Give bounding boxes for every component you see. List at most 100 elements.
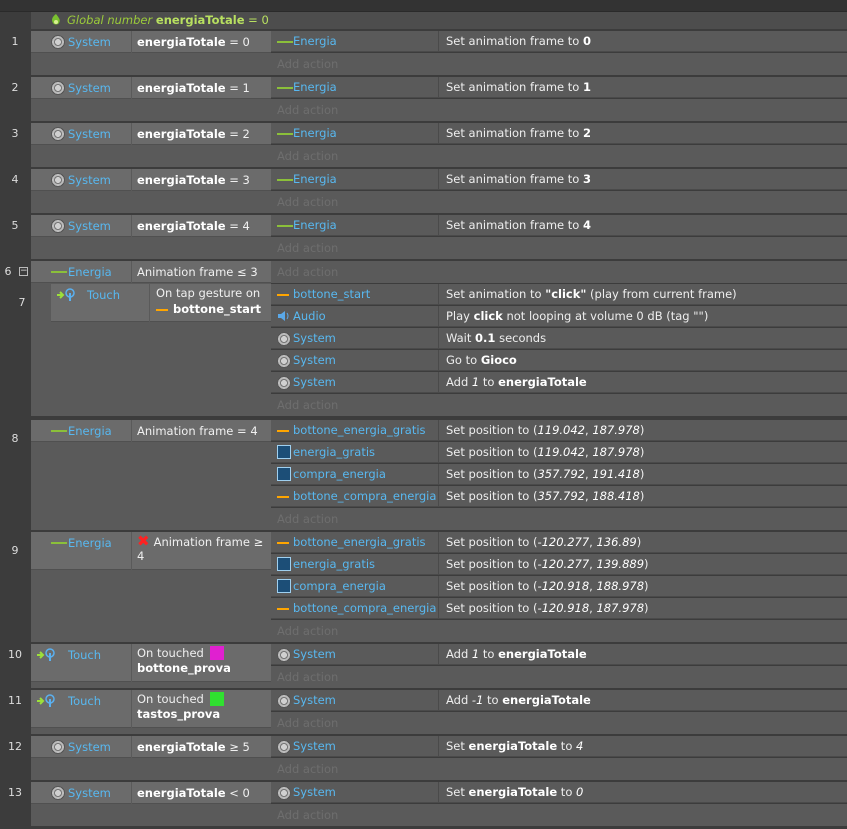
add-action[interactable]: Add action: [271, 620, 847, 642]
add-action[interactable]: Add action: [271, 145, 847, 167]
event-4-condition[interactable]: System energiaTotale = 3: [31, 169, 271, 191]
add-action[interactable]: Add action: [271, 53, 847, 75]
action-row[interactable]: Energia Set animation frame to 1: [271, 77, 847, 98]
event-number: 10: [8, 648, 22, 661]
add-action[interactable]: Add action: [271, 261, 847, 283]
condition-text: energiaTotale = 1: [137, 77, 250, 99]
condition-object: System: [68, 740, 111, 754]
action-variable: energiaTotale: [468, 739, 558, 753]
add-action[interactable]: Add action: [271, 394, 847, 416]
add-action[interactable]: Add action: [271, 804, 847, 826]
event-number: 11: [8, 694, 22, 707]
energia-object-icon: [277, 87, 293, 89]
separator: [438, 554, 439, 575]
condition-text: On touched: [137, 646, 224, 661]
action-row[interactable]: System Add -1 to energiaTotale: [271, 690, 847, 711]
action-y-value: 187.978: [592, 445, 640, 459]
event-number: 7: [18, 296, 26, 309]
action-variable: energiaTotale: [498, 375, 587, 389]
action-row[interactable]: bottone_compra_energia Set position to (-…: [271, 598, 847, 619]
action-row[interactable]: Energia Set animation frame to 4: [271, 215, 847, 236]
action-text-pre: Add: [446, 375, 472, 389]
sub-event-body: [69, 318, 271, 417]
action-value: 4: [576, 739, 584, 753]
action-text-pre: Add: [446, 693, 472, 707]
action-row[interactable]: Energia Set animation frame to 0: [271, 31, 847, 52]
action-row[interactable]: System Set energiaTotale to 4: [271, 736, 847, 757]
pink-swatch-icon: [209, 646, 224, 660]
event-6-condition[interactable]: Energia Animation frame ≤ 3: [31, 261, 271, 283]
global-variable-icon: [52, 14, 60, 25]
action-row[interactable]: energia_gratis Set position to (-120.277,…: [271, 554, 847, 575]
action-text: Go to Gioco: [446, 350, 517, 371]
action-row[interactable]: compra_energia Set position to (357.792, …: [271, 464, 847, 485]
action-text: Set position to (119.042, 187.978): [446, 420, 644, 441]
event-7-condition[interactable]: Touch On tap gesture on bottone_start: [51, 284, 271, 322]
separator: [131, 215, 132, 237]
event-5-condition[interactable]: System energiaTotale = 4: [31, 215, 271, 237]
action-row[interactable]: bottone_energia_gratis Set position to (1…: [271, 420, 847, 441]
event-1-condition[interactable]: System energiaTotale = 0: [31, 31, 271, 53]
action-row[interactable]: System Wait 0.1 seconds: [271, 328, 847, 349]
event-8-condition[interactable]: Energia Animation frame = 4: [31, 420, 271, 442]
action-row[interactable]: Energia Set animation frame to 2: [271, 123, 847, 144]
action-text: Set animation to "click" (play from curr…: [446, 284, 737, 305]
action-object: bottone_compra_energia: [293, 489, 437, 503]
global-variable-prefix: Global number: [67, 13, 153, 27]
condition-text: On tap gesture on: [156, 286, 261, 300]
event-3-condition[interactable]: System energiaTotale = 2: [31, 123, 271, 145]
action-row[interactable]: System Set energiaTotale to 0: [271, 782, 847, 803]
event-13-condition[interactable]: System energiaTotale < 0: [31, 782, 271, 804]
gear-icon: [277, 786, 291, 800]
action-text-mid: to: [479, 375, 499, 389]
button-object-icon: [277, 496, 289, 498]
action-row[interactable]: compra_energia Set position to (-120.918,…: [271, 576, 847, 597]
separator: [149, 284, 150, 322]
action-text-pre: Set position to (: [446, 467, 538, 481]
event-11-condition[interactable]: Touch On touched tastos_prova: [31, 690, 271, 728]
collapse-toggle[interactable]: −: [19, 267, 28, 276]
add-action[interactable]: Add action: [271, 758, 847, 780]
add-action[interactable]: Add action: [271, 99, 847, 121]
action-row[interactable]: System Go to Gioco: [271, 350, 847, 371]
action-row[interactable]: Energia Set animation frame to 3: [271, 169, 847, 190]
separator: [131, 532, 132, 570]
add-action[interactable]: Add action: [271, 191, 847, 213]
event-separator: [0, 416, 847, 419]
add-action[interactable]: Add action: [271, 237, 847, 259]
action-bold-value: click: [473, 309, 503, 323]
action-row[interactable]: bottone_start Set animation to "click" (p…: [271, 284, 847, 305]
condition-text: energiaTotale = 2: [137, 123, 250, 145]
action-object: System: [293, 739, 336, 753]
action-row[interactable]: System Add 1 to energiaTotale: [271, 644, 847, 665]
condition-target: tastos_prova: [137, 707, 220, 722]
separator: [131, 31, 132, 53]
action-row[interactable]: bottone_compra_energia Set position to (3…: [271, 486, 847, 507]
add-action[interactable]: Add action: [271, 666, 847, 688]
add-action[interactable]: Add action: [271, 712, 847, 734]
action-variable: energiaTotale: [502, 693, 591, 707]
event-12-condition[interactable]: System energiaTotale ≥ 5: [31, 736, 271, 758]
energia-object-icon: [51, 430, 67, 432]
action-row[interactable]: Audio Play click not looping at volume 0 …: [271, 306, 847, 327]
event-2-condition[interactable]: System energiaTotale = 1: [31, 77, 271, 99]
separator: [438, 420, 439, 441]
event-10-condition[interactable]: Touch On touched bottone_prova: [31, 644, 271, 682]
event-9-condition[interactable]: Energia ✖ Animation frame ≥4: [31, 532, 271, 570]
action-row[interactable]: bottone_energia_gratis Set position to (-…: [271, 532, 847, 553]
action-text-pre: Play: [446, 309, 474, 323]
action-row[interactable]: System Add 1 to energiaTotale: [271, 372, 847, 393]
action-text-post: ): [639, 423, 645, 437]
action-bold-value: 4: [582, 218, 591, 232]
add-action[interactable]: Add action: [271, 508, 847, 530]
separator: [438, 690, 439, 711]
condition-variable: energiaTotale: [137, 173, 226, 187]
gear-icon: [277, 740, 291, 754]
global-variable-row[interactable]: Global number energiaTotale = 0: [31, 12, 847, 29]
condition-text: energiaTotale ≥ 5: [137, 736, 250, 758]
action-x-value: -120.918: [537, 579, 590, 593]
action-row[interactable]: energia_gratis Set position to (119.042, …: [271, 442, 847, 463]
action-text-pre: Set position to (: [446, 601, 538, 615]
condition-text: energiaTotale = 4: [137, 215, 250, 237]
event-number: 3: [11, 127, 19, 140]
